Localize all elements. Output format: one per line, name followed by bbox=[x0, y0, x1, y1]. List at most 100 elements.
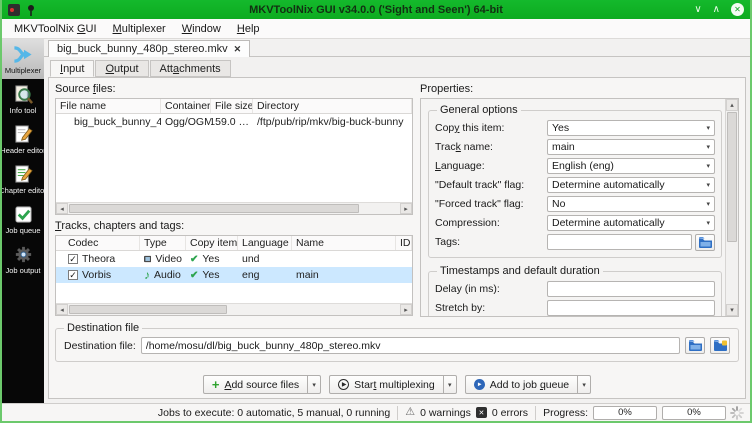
track-checkbox[interactable]: ✓ bbox=[68, 254, 78, 264]
properties-vscrollbar[interactable]: ▴ ▾ bbox=[725, 99, 738, 316]
sidebar-item-job-queue[interactable]: Job queue bbox=[2, 199, 44, 239]
action-buttons: + Add source files ▾ ▶ Start multiplexin… bbox=[55, 375, 739, 394]
copy-item-check-icon: ✔ bbox=[190, 253, 199, 265]
tags-input[interactable] bbox=[547, 233, 692, 250]
stretch-by-label: Stretch by: bbox=[435, 302, 486, 314]
tracks-hscrollbar[interactable]: ◂ ▸ bbox=[56, 303, 412, 315]
tracks-header: Codec Type Copy item Language Name ID bbox=[56, 236, 412, 251]
source-file-row[interactable]: big_buck_bunny_480p_… Ogg/OGM 159.0 … /f… bbox=[56, 114, 412, 130]
maximize-button[interactable]: ∧ bbox=[713, 4, 720, 15]
destination-file-input[interactable] bbox=[140, 337, 680, 354]
timestamps-group: Timestamps and default duration Delay (i… bbox=[428, 265, 722, 316]
warnings-count: 0 warnings bbox=[420, 406, 471, 419]
add-to-job-queue-dropdown[interactable]: ▾ bbox=[578, 375, 592, 394]
errors-icon: ✕ bbox=[475, 407, 487, 418]
properties-panel: General options Copy this item: Yes ▾ Tr… bbox=[420, 98, 739, 317]
folder-badge-icon bbox=[713, 340, 727, 351]
destination-options-button[interactable] bbox=[710, 337, 730, 354]
scroll-left-icon[interactable]: ◂ bbox=[56, 304, 68, 315]
jobs-status: Jobs to execute: 0 automatic, 5 manual, … bbox=[157, 406, 391, 419]
app-window: MKVToolNix GUI v34.0.0 ('Sight and Seen'… bbox=[0, 0, 752, 423]
track-row-vorbis[interactable]: ✓ Vorbis ♪ Audio ✔ Yes eng main bbox=[56, 267, 412, 283]
pin-icon[interactable] bbox=[26, 4, 36, 16]
file-tab[interactable]: big_buck_bunny_480p_stereo.mkv ✕ bbox=[48, 40, 251, 57]
menu-multiplexer[interactable]: Multiplexer bbox=[105, 21, 174, 37]
chapter-editor-icon bbox=[14, 164, 33, 183]
sidebar-item-job-output[interactable]: Job output bbox=[2, 239, 44, 279]
scroll-right-icon[interactable]: ▸ bbox=[400, 203, 412, 214]
track-row-theora[interactable]: ✓ Theora Video ✔ Yes und bbox=[56, 251, 412, 267]
scrollbar-thumb[interactable] bbox=[69, 305, 228, 314]
stretch-by-input[interactable] bbox=[547, 300, 715, 316]
sidebar-item-info-tool[interactable]: Info tool bbox=[2, 79, 44, 119]
minimize-button[interactable]: ∨ bbox=[694, 4, 701, 15]
scroll-right-icon[interactable]: ▸ bbox=[400, 304, 412, 315]
progress-label: Progress: bbox=[543, 406, 588, 419]
scroll-down-icon[interactable]: ▾ bbox=[726, 304, 738, 316]
tab-close-icon[interactable]: ✕ bbox=[234, 44, 242, 55]
add-to-job-queue-button[interactable]: ► Add to job queue bbox=[464, 375, 579, 394]
progress-bar-total: 0% bbox=[662, 405, 726, 420]
input-output-tabs: Input Output Attachments bbox=[48, 60, 746, 77]
progress-bar-current: 0% bbox=[593, 405, 657, 420]
add-source-files-button[interactable]: + Add source files bbox=[202, 375, 309, 394]
sidebar-item-chapter-editor[interactable]: Chapter editor bbox=[2, 159, 47, 199]
statusbar: Jobs to execute: 0 automatic, 5 manual, … bbox=[2, 403, 750, 421]
scrollbar-thumb[interactable] bbox=[69, 204, 360, 213]
menubar: MKVToolNix GUI Multiplexer Window Help bbox=[2, 19, 750, 39]
job-queue-icon bbox=[14, 205, 32, 223]
copy-item-check-icon: ✔ bbox=[190, 269, 199, 281]
file-tab-label: big_buck_bunny_480p_stereo.mkv bbox=[57, 43, 228, 55]
header-editor-icon bbox=[14, 124, 33, 143]
close-button[interactable]: ✕ bbox=[731, 3, 744, 16]
tracks-label: Tracks, chapters and tags: bbox=[55, 220, 185, 232]
chevron-down-icon: ▾ bbox=[706, 182, 710, 189]
language-label: Language: bbox=[435, 160, 485, 172]
sidebar-item-header-editor[interactable]: Header editor bbox=[2, 119, 46, 159]
general-options-group: General options Copy this item: Yes ▾ Tr… bbox=[428, 104, 722, 258]
video-track-icon bbox=[144, 255, 152, 263]
default-track-flag-select[interactable]: Determine automatically ▾ bbox=[547, 177, 715, 193]
default-track-flag-label: "Default track" flag: bbox=[435, 179, 525, 191]
forced-track-flag-select[interactable]: No ▾ bbox=[547, 196, 715, 212]
source-files-table[interactable]: File name Container File size Directory bbox=[55, 98, 413, 215]
menu-mkvtoolnix-gui[interactable]: MKVToolNix GUI bbox=[6, 21, 105, 37]
copy-this-item-select[interactable]: Yes ▾ bbox=[547, 120, 715, 136]
track-name-label: Track name: bbox=[435, 141, 493, 153]
menu-window[interactable]: Window bbox=[174, 21, 229, 37]
properties-label: Properties: bbox=[420, 83, 474, 95]
source-files-hscrollbar[interactable]: ◂ ▸ bbox=[56, 202, 412, 214]
tab-output[interactable]: Output bbox=[95, 60, 149, 77]
browse-destination-button[interactable] bbox=[685, 337, 705, 354]
play-icon: ▶ bbox=[338, 379, 350, 390]
menu-help[interactable]: Help bbox=[229, 21, 268, 37]
browse-tags-button[interactable] bbox=[695, 233, 715, 251]
track-checkbox[interactable]: ✓ bbox=[68, 270, 78, 280]
compression-select[interactable]: Determine automatically ▾ bbox=[547, 215, 715, 231]
file-tab-bar: big_buck_bunny_480p_stereo.mkv ✕ bbox=[44, 39, 750, 57]
tab-attachments[interactable]: Attachments bbox=[149, 60, 231, 77]
scroll-up-icon[interactable]: ▴ bbox=[726, 99, 738, 111]
scroll-left-icon[interactable]: ◂ bbox=[56, 203, 68, 214]
delay-input[interactable] bbox=[547, 281, 715, 297]
sidebar-item-multiplexer[interactable]: Multiplexer bbox=[2, 39, 44, 79]
start-multiplexing-dropdown[interactable]: ▾ bbox=[443, 375, 457, 394]
forced-track-flag-label: "Forced track" flag: bbox=[435, 198, 524, 210]
start-multiplexing-button[interactable]: ▶ Start multiplexing bbox=[329, 375, 444, 394]
destination-file-label: Destination file: bbox=[64, 339, 136, 352]
window-title: MKVToolNix GUI v34.0.0 ('Sight and Seen'… bbox=[249, 3, 503, 16]
audio-track-icon: ♪ bbox=[144, 269, 150, 281]
source-files-header: File name Container File size Directory bbox=[56, 99, 412, 114]
tab-input[interactable]: Input bbox=[50, 60, 95, 77]
scrollbar-thumb[interactable] bbox=[727, 112, 737, 242]
add-source-files-dropdown[interactable]: ▾ bbox=[308, 375, 322, 394]
language-select[interactable]: English (eng) ▾ bbox=[547, 158, 715, 174]
chevron-down-icon: ▾ bbox=[706, 220, 710, 227]
job-output-icon bbox=[15, 246, 31, 262]
tracks-table[interactable]: Codec Type Copy item Language Name ID ✓ … bbox=[55, 235, 413, 316]
chevron-down-icon: ▾ bbox=[706, 163, 710, 170]
tags-label: Tags: bbox=[435, 236, 461, 248]
delay-label: Delay (in ms): bbox=[435, 283, 500, 295]
track-name-combobox[interactable]: main ▾ bbox=[547, 139, 715, 155]
titlebar: MKVToolNix GUI v34.0.0 ('Sight and Seen'… bbox=[2, 0, 750, 19]
